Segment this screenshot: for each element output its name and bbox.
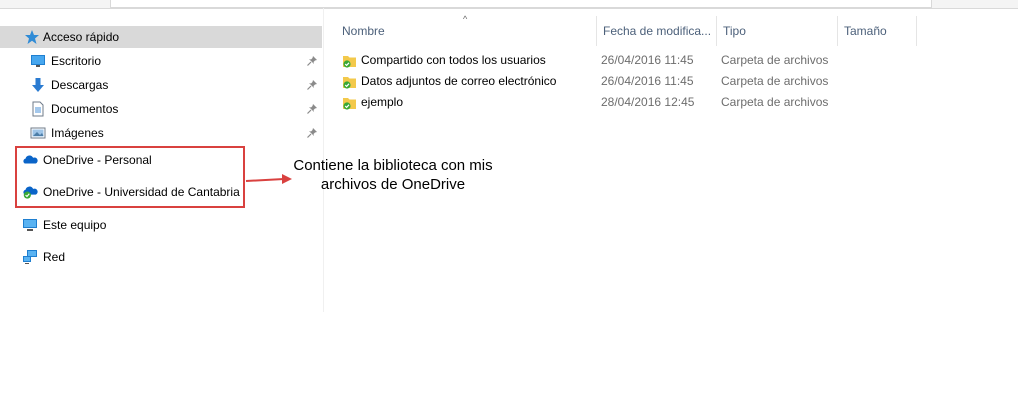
synced-folder-icon	[342, 53, 358, 69]
downloads-icon	[30, 77, 46, 93]
nav-item-label: Documentos	[51, 102, 119, 116]
annotation-text: Contiene la biblioteca con mis archivos …	[268, 156, 518, 194]
nav-item-desktop[interactable]: Escritorio	[0, 50, 322, 72]
table-row[interactable]: Compartido con todos los usuarios 26/04/…	[338, 50, 898, 71]
column-divider[interactable]	[716, 16, 717, 46]
column-header-date[interactable]: Fecha de modifica...	[603, 16, 711, 46]
annotation-line-1: Contiene la biblioteca con mis	[293, 157, 493, 174]
file-name: ejemplo	[361, 95, 404, 109]
nav-this-pc-label: Este equipo	[43, 218, 107, 232]
column-divider[interactable]	[596, 16, 597, 46]
synced-folder-icon	[342, 74, 358, 90]
file-type: Carpeta de archivos	[721, 74, 829, 88]
nav-network-label: Red	[43, 250, 66, 264]
table-row[interactable]: ejemplo 28/04/2016 12:45 Carpeta de arch…	[338, 92, 898, 113]
nav-item-downloads[interactable]: Descargas	[0, 74, 322, 96]
column-header-type[interactable]: Tipo	[723, 16, 746, 46]
nav-item-label: Imágenes	[51, 126, 104, 140]
file-name: Compartido con todos los usuarios	[361, 53, 546, 67]
sort-caret-icon: ^	[463, 14, 468, 24]
file-date: 26/04/2016 11:45	[601, 74, 694, 88]
annotation-line-2: archivos de OneDrive	[320, 176, 466, 193]
nav-this-pc[interactable]: Este equipo	[0, 214, 322, 236]
file-name: Datos adjuntos de correo electrónico	[361, 74, 557, 88]
address-bar[interactable]	[110, 0, 932, 8]
desktop-icon	[30, 53, 46, 69]
nav-item-label: Descargas	[51, 78, 109, 92]
column-divider[interactable]	[837, 16, 838, 46]
synced-folder-icon	[342, 95, 358, 111]
nav-item-documents[interactable]: Documentos	[0, 98, 322, 120]
file-type: Carpeta de archivos	[721, 95, 829, 109]
nav-quick-access-label: Acceso rápido	[43, 30, 120, 44]
pin-icon[interactable]	[306, 55, 318, 67]
pin-icon[interactable]	[306, 103, 318, 115]
network-icon	[22, 249, 38, 265]
column-divider[interactable]	[916, 16, 917, 46]
file-date: 28/04/2016 12:45	[601, 95, 695, 109]
file-date: 26/04/2016 11:45	[601, 53, 694, 67]
nav-item-pictures[interactable]: Imágenes	[0, 122, 322, 144]
table-row[interactable]: Datos adjuntos de correo electrónico 26/…	[338, 71, 898, 92]
pin-icon[interactable]	[306, 79, 318, 91]
nav-network[interactable]: Red	[0, 246, 322, 268]
column-header-name[interactable]: Nombre	[342, 16, 385, 46]
file-type: Carpeta de archivos	[721, 53, 829, 67]
nav-quick-access[interactable]: Acceso rápido	[0, 26, 322, 48]
annotation-box	[15, 146, 245, 208]
column-header-size[interactable]: Tamaño	[844, 16, 887, 46]
star-icon	[24, 29, 40, 45]
pin-icon[interactable]	[306, 127, 318, 139]
nav-item-label: Escritorio	[51, 54, 102, 68]
pictures-icon	[30, 125, 46, 141]
nav-arrows[interactable]	[4, 0, 94, 6]
computer-icon	[22, 217, 38, 233]
documents-icon	[30, 101, 46, 117]
